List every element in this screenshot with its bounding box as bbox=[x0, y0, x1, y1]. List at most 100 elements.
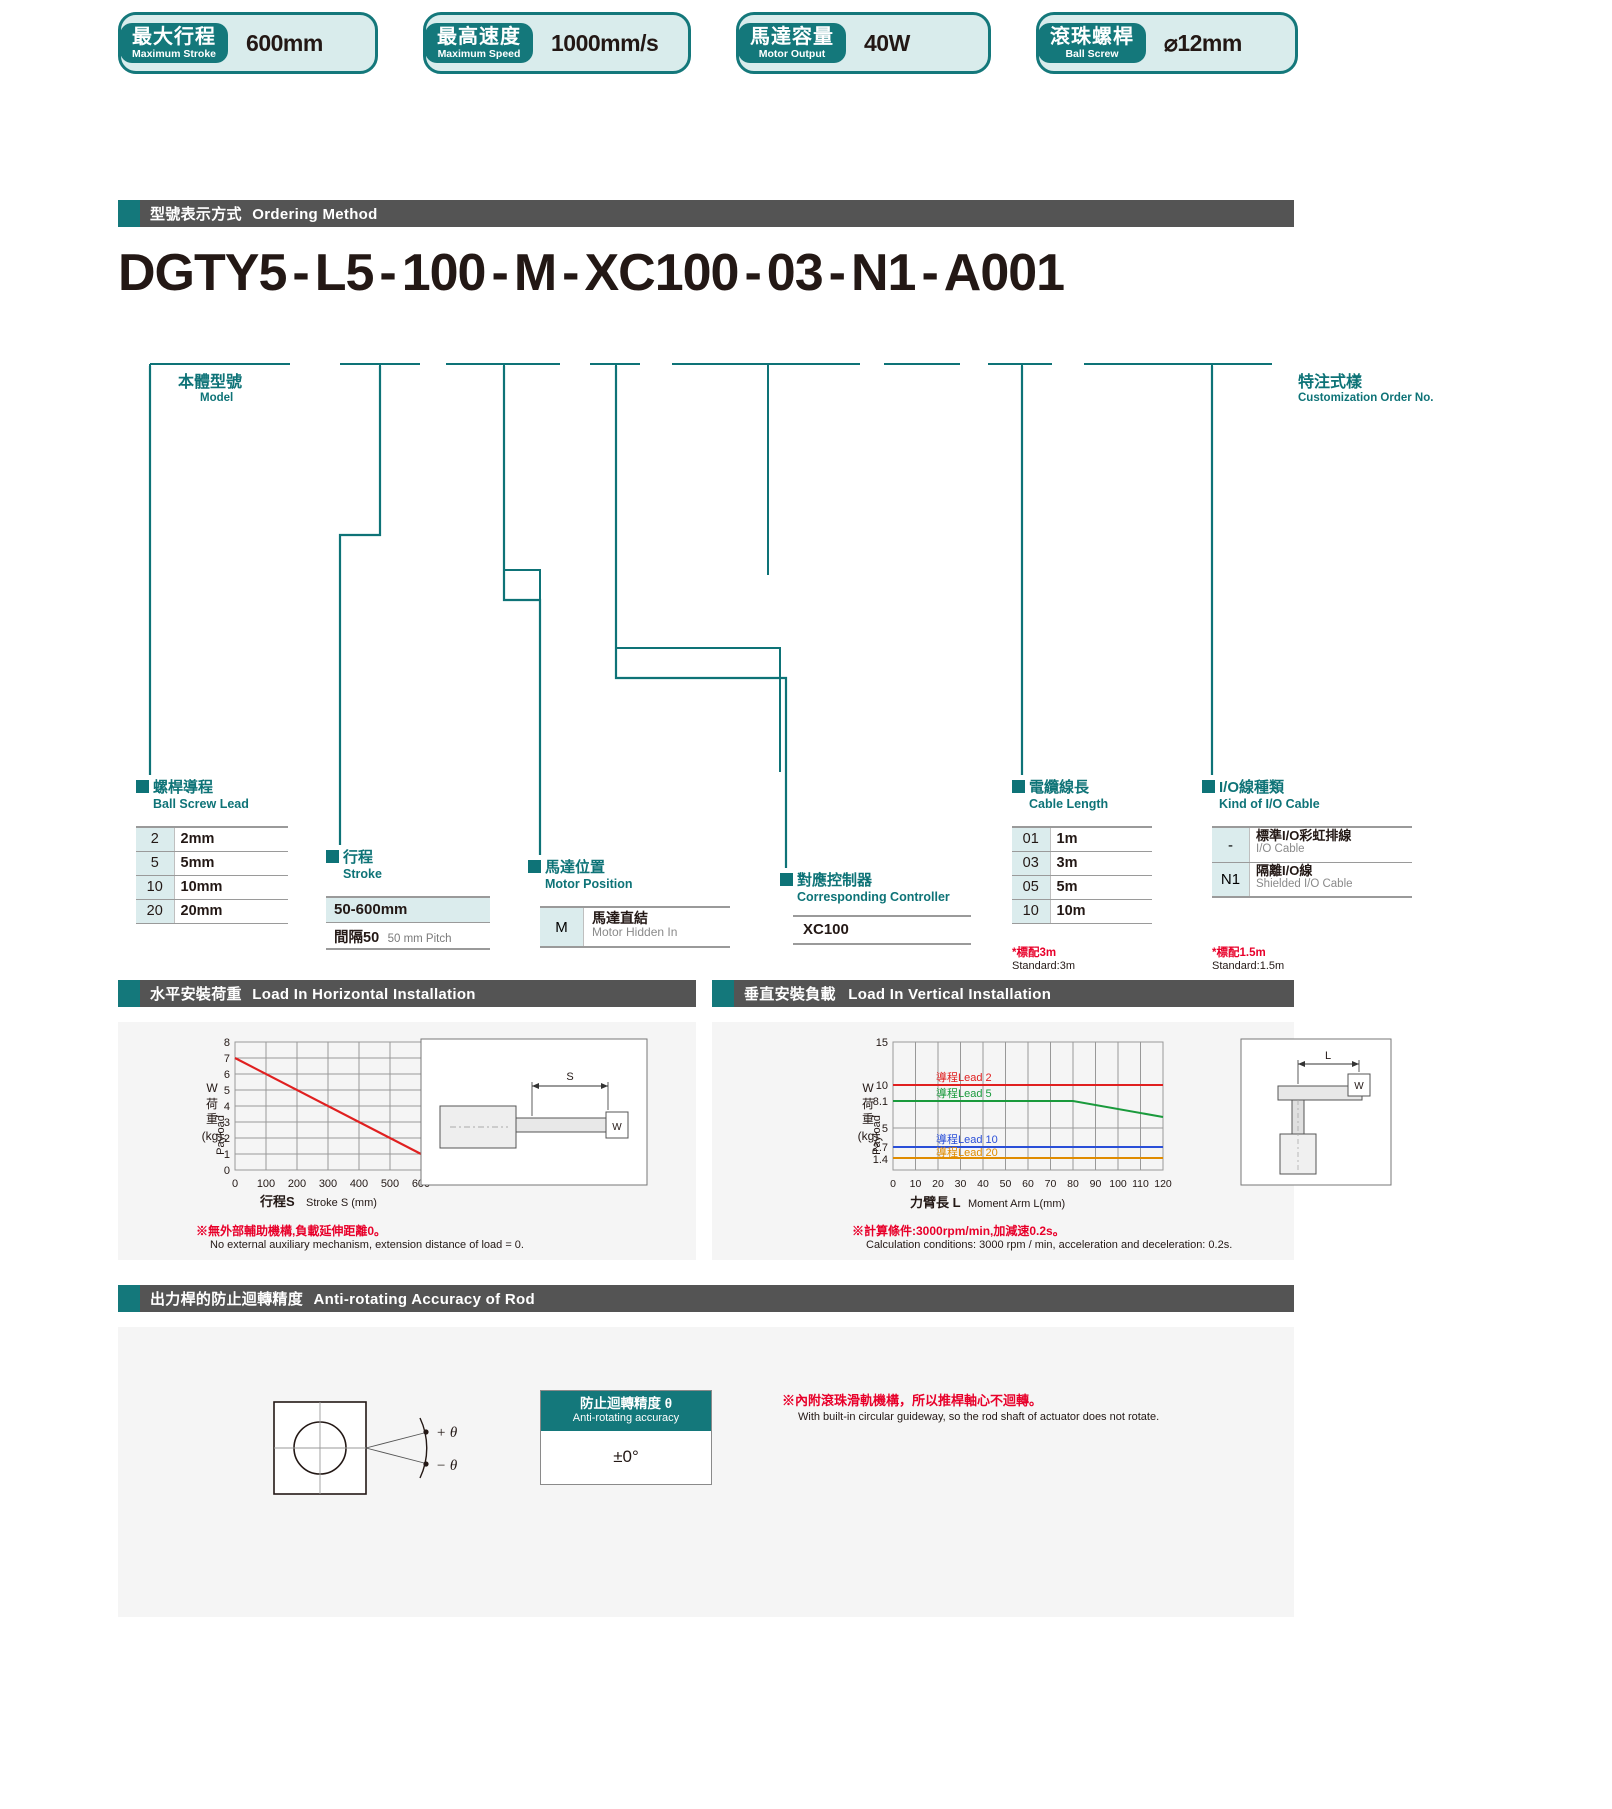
spec-label-en: Maximum Stroke bbox=[132, 47, 217, 60]
option-table-controller[interactable]: XC100 bbox=[793, 915, 971, 945]
table-row[interactable]: 05 5m bbox=[1012, 875, 1152, 900]
anti-rotating-note: ※內附滾珠滑軌機構，所以推桿軸心不迴轉。 With built-in circu… bbox=[782, 1390, 1159, 1423]
option-key: 10 bbox=[1012, 899, 1051, 924]
option-value: 10mm bbox=[174, 875, 288, 900]
spec-value: 600mm bbox=[246, 29, 323, 56]
svg-text:W: W bbox=[1354, 1081, 1364, 1092]
table-row[interactable]: N1 隔離I/O線 Shielded I/O Cable bbox=[1212, 863, 1412, 898]
note-cn: *標配3m bbox=[1012, 947, 1057, 959]
anti-rotating-accuracy-box: 防止迴轉精度 θ Anti-rotating accuracy ±0° bbox=[540, 1390, 712, 1486]
section-accent-tab bbox=[118, 980, 140, 1007]
note-en: With built-in circular guideway, so the … bbox=[798, 1411, 1160, 1423]
bullet-square-icon bbox=[528, 860, 541, 873]
cable-length-standard-note: *標配3m Standard:3m bbox=[1012, 944, 1075, 972]
anti-box-title-cn: 防止迴轉精度 θ bbox=[579, 1396, 673, 1411]
option-key-cell: M bbox=[540, 908, 584, 946]
svg-text:L: L bbox=[1325, 1050, 1331, 1062]
svg-text:110: 110 bbox=[1132, 1178, 1149, 1190]
code-segment-model: DGTY5 bbox=[118, 244, 287, 302]
section-title-en: Ordering Method bbox=[252, 206, 378, 223]
note-en: Standard:1.5m bbox=[1212, 960, 1285, 972]
option-value: 5m bbox=[1050, 875, 1152, 900]
group-label-en: Corresponding Controller bbox=[797, 890, 950, 904]
code-separator: - bbox=[828, 244, 846, 302]
option-key-cell: N1 bbox=[1212, 863, 1250, 896]
code-separator: - bbox=[562, 244, 579, 302]
section-title-cn: 垂直安裝負載 bbox=[744, 986, 836, 1003]
table-row[interactable]: 03 3m bbox=[1012, 851, 1152, 876]
io-cable-standard-note: *標配1.5m Standard:1.5m bbox=[1212, 944, 1284, 972]
spec-label-cn: 馬達容量 bbox=[750, 25, 834, 48]
table-row[interactable]: 20 20mm bbox=[136, 899, 288, 924]
option-key: 20 bbox=[136, 899, 175, 924]
anti-box-header: 防止迴轉精度 θ Anti-rotating accuracy bbox=[541, 1391, 711, 1432]
option-key: 5 bbox=[136, 851, 175, 876]
svg-text:30: 30 bbox=[955, 1178, 967, 1190]
note-cn: ※內附滾珠滑軌機構，所以推桿軸心不迴轉。 bbox=[782, 1393, 1043, 1408]
code-separator: - bbox=[292, 244, 309, 302]
option-value: 10m bbox=[1050, 899, 1152, 924]
model-caption-en: Model bbox=[200, 392, 234, 404]
option-value: 2mm bbox=[174, 826, 288, 852]
option-key: 05 bbox=[1012, 875, 1051, 900]
svg-text:200: 200 bbox=[288, 1178, 306, 1190]
option-table-stroke: 50-600mm 間隔50 50 mm Pitch bbox=[326, 896, 490, 950]
stroke-value-cell[interactable]: 50-600mm bbox=[326, 896, 490, 923]
anti-rotating-diagram: + θ − θ bbox=[273, 1401, 458, 1495]
option-key: N1 bbox=[1220, 871, 1241, 888]
spec-label-cn: 滾珠螺桿 bbox=[1050, 25, 1134, 48]
group-label-cn-text: 電纜線長 bbox=[1029, 779, 1090, 796]
svg-text:20: 20 bbox=[932, 1178, 944, 1190]
stroke-pitch-cn: 間隔50 bbox=[334, 930, 380, 946]
spec-value: ⌀12mm bbox=[1164, 29, 1242, 56]
note-cn: *標配1.5m bbox=[1212, 947, 1266, 959]
option-key: 10 bbox=[136, 875, 175, 900]
option-table-cable-length: 01 1m 03 3m 05 5m 10 10m bbox=[1012, 826, 1152, 924]
group-label-cn-text: 行程 bbox=[343, 849, 374, 866]
option-value-cell[interactable]: 馬達直結 Motor Hidden In bbox=[584, 908, 685, 946]
svg-text:60: 60 bbox=[1022, 1178, 1034, 1190]
group-label-cn: 馬達位置 bbox=[528, 856, 633, 877]
top-spec-row: 最大行程 Maximum Stroke 600mm 最高速度 Maximum S… bbox=[118, 8, 1298, 78]
horizontal-mechanism-diagram: W S bbox=[420, 1038, 648, 1186]
anti-box-value: ±0° bbox=[613, 1447, 639, 1467]
code-segment-io-cable: N1 bbox=[850, 244, 916, 302]
option-group-cable-length-label: 電纜線長 Cable Length bbox=[1012, 776, 1108, 811]
section-header-anti-rotating: 出力桿的防止迴轉精度 Anti-rotating Accuracy of Rod bbox=[118, 1285, 1294, 1312]
code-segment-cable-length: 03 bbox=[766, 244, 824, 302]
svg-text:5: 5 bbox=[224, 1085, 230, 1097]
table-row[interactable]: 5 5mm bbox=[136, 851, 288, 876]
horizontal-load-note: ※無外部輔助機構,負載延伸距離0。 No external auxiliary … bbox=[196, 1222, 524, 1251]
code-separator: - bbox=[491, 244, 508, 302]
model-caption-cn: 本體型號 bbox=[178, 374, 243, 391]
svg-text:行程S: 行程S bbox=[259, 1194, 295, 1209]
table-row[interactable]: 10 10m bbox=[1012, 899, 1152, 924]
spec-pill-ball-screw: 滾珠螺桿 Ball Screw ⌀12mm bbox=[1036, 12, 1298, 74]
option-value-cell: 標準I/O彩虹排線 I/O Cable bbox=[1250, 828, 1357, 862]
option-value: 5mm bbox=[174, 851, 288, 876]
svg-text:100: 100 bbox=[257, 1178, 275, 1190]
option-value-cn: 隔離I/O線 bbox=[1256, 863, 1313, 878]
vertical-load-chart: 導程Lead 2 導程Lead 5 導程Lead 10 導程Lead 20 15… bbox=[858, 1037, 1172, 1210]
svg-text:100: 100 bbox=[1109, 1178, 1127, 1190]
svg-text:8: 8 bbox=[224, 1037, 230, 1049]
spec-label-cn: 最高速度 bbox=[437, 25, 521, 48]
code-separator: - bbox=[744, 244, 761, 302]
spec-label-en: Maximum Speed bbox=[437, 47, 521, 60]
svg-text:Payload: Payload bbox=[871, 1115, 883, 1155]
vertical-load-note: ※計算條件:3000rpm/min,加減速0.2s。 Calculation c… bbox=[852, 1222, 1232, 1251]
section-title-cn: 水平安裝荷重 bbox=[150, 986, 242, 1003]
table-row[interactable]: - 標準I/O彩虹排線 I/O Cable bbox=[1212, 828, 1412, 863]
svg-text:4: 4 bbox=[224, 1101, 230, 1113]
stroke-value: 50-600mm bbox=[334, 901, 408, 918]
option-key: 03 bbox=[1012, 851, 1051, 876]
table-row[interactable]: 10 10mm bbox=[136, 875, 288, 900]
spec-label-en: Ball Screw bbox=[1065, 47, 1119, 60]
section-accent-tab bbox=[712, 980, 734, 1007]
option-key: 01 bbox=[1012, 826, 1051, 852]
spec-label-en: Motor Output bbox=[758, 47, 826, 60]
table-row[interactable]: 01 1m bbox=[1012, 826, 1152, 852]
table-row[interactable]: 2 2mm bbox=[136, 826, 288, 852]
ordering-model-caption: 本體型號 Model bbox=[178, 368, 242, 404]
spec-label-cn: 最大行程 bbox=[132, 25, 217, 48]
